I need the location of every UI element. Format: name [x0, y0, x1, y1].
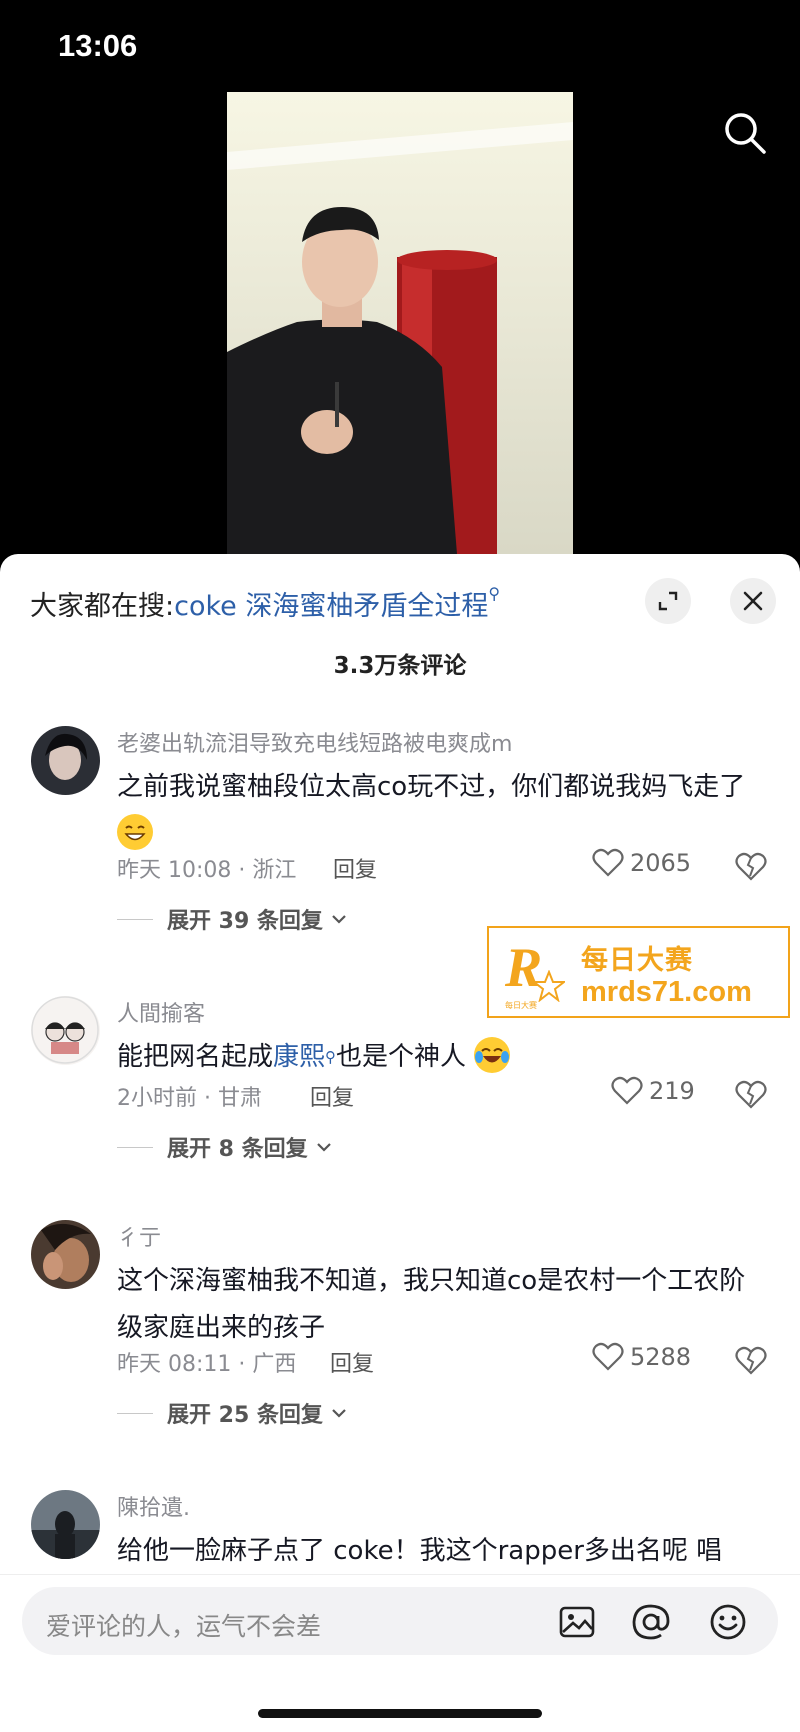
expand-panel-button[interactable]	[645, 578, 691, 624]
comment-username[interactable]: 陳拾遺.	[117, 1490, 190, 1522]
watermark-url: mrds71.com	[581, 976, 752, 1008]
dislike-icon[interactable]	[735, 1344, 767, 1376]
home-indicator	[258, 1709, 542, 1718]
close-panel-button[interactable]	[730, 578, 776, 624]
expand-replies-label: 展开 8 条回复	[167, 1137, 308, 1162]
grinning-face-emoji	[117, 813, 153, 850]
heart-icon	[592, 848, 624, 877]
comment-time-location: 2小时前 · 甘肃	[117, 1086, 262, 1111]
watermark-logo: R 每日大赛 每日大赛 mrds71.com	[487, 926, 790, 1018]
reply-button[interactable]: 回复	[330, 1346, 374, 1378]
dislike-icon[interactable]	[735, 850, 767, 882]
comment-count: 3.3万条评论	[333, 653, 467, 679]
tears-of-joy-emoji	[474, 1036, 511, 1073]
emoji-icon[interactable]	[708, 1602, 748, 1642]
search-icon[interactable]	[722, 110, 768, 156]
heart-icon	[611, 1076, 643, 1105]
comment-input-placeholder: 爱评论的人，运气不会差	[46, 1612, 322, 1641]
small-search-icon: ⚲	[488, 584, 501, 603]
reply-button[interactable]: 回复	[333, 852, 377, 884]
expand-replies-label: 展开 39 条回复	[167, 909, 323, 934]
like-button[interactable]: 5288	[592, 1342, 691, 1372]
video-frame-image	[227, 92, 573, 554]
comment-time-location: 昨天 08:11 · 广西	[117, 1352, 297, 1377]
small-search-icon: ⚲	[325, 1048, 337, 1066]
comment-text: 给他一脸麻子点了 coke！我这个rapper多出名呢 唱	[117, 1536, 723, 1566]
like-count: 5288	[630, 1343, 692, 1371]
like-count: 219	[649, 1077, 695, 1105]
watermark-title: 每日大赛	[581, 945, 693, 976]
like-count: 2065	[630, 849, 692, 877]
chevron-down-icon	[332, 1409, 346, 1418]
expand-replies-button[interactable]: 展开 25 条回复	[117, 1397, 349, 1429]
hot-search-suggestion[interactable]: 大家都在搜:coke 深海蜜柚矛盾全过程⚲	[30, 584, 500, 623]
comment-text-body: 之前我说蜜柚段位太高co玩不过，你们都说我妈飞走了	[117, 772, 746, 802]
expand-replies-button[interactable]: 展开 8 条回复	[117, 1131, 334, 1163]
avatar[interactable]	[31, 726, 100, 795]
star-icon	[533, 970, 565, 1002]
watermark-small-text: 每日大赛	[505, 1001, 537, 1010]
expand-icon	[658, 591, 678, 611]
dislike-icon[interactable]	[735, 1078, 767, 1110]
comment-text-after: 也是个神人	[336, 1042, 467, 1072]
comment-username[interactable]: 人間揄客	[117, 996, 205, 1028]
status-time: 13:06	[58, 28, 138, 63]
comment-time-location: 昨天 10:08 · 浙江	[117, 858, 297, 883]
comment-input-bar: 爱评论的人，运气不会差	[0, 1574, 800, 1732]
comment-search-link[interactable]: 康熙	[273, 1042, 325, 1072]
reply-button[interactable]: 回复	[310, 1080, 354, 1112]
hot-search-prefix: 大家都在搜:	[30, 591, 175, 622]
avatar[interactable]	[31, 996, 100, 1065]
comment-text: 这个深海蜜柚我不知道，我只知道co是农村一个工农阶级家庭出来的孩子	[117, 1266, 746, 1343]
comment-username[interactable]: 老婆出轨流泪导致充电线短路被电爽成m	[117, 726, 512, 758]
comment-username[interactable]: 彳亍	[117, 1220, 161, 1252]
comment-text: 之前我说蜜柚段位太高co玩不过，你们都说我妈飞走了	[117, 764, 757, 858]
mention-icon[interactable]	[631, 1602, 671, 1642]
comment-text: 能把网名起成康熙⚲也是个神人	[117, 1034, 757, 1081]
image-icon[interactable]	[557, 1602, 597, 1642]
expand-replies-button[interactable]: 展开 39 条回复	[117, 903, 349, 935]
chevron-down-icon	[316, 1143, 331, 1152]
video-player[interactable]	[227, 92, 573, 554]
like-button[interactable]: 219	[611, 1076, 695, 1106]
chevron-down-icon	[332, 915, 346, 924]
heart-icon	[592, 1342, 624, 1371]
comment-input[interactable]: 爱评论的人，运气不会差	[22, 1587, 778, 1655]
hot-search-keyword[interactable]: coke 深海蜜柚矛盾全过程	[174, 591, 488, 622]
expand-replies-label: 展开 25 条回复	[167, 1403, 323, 1428]
avatar[interactable]	[31, 1220, 100, 1289]
comment-text-before: 能把网名起成	[117, 1042, 274, 1072]
close-icon	[743, 591, 763, 611]
avatar[interactable]	[31, 1490, 100, 1559]
comment-panel: 大家都在搜:coke 深海蜜柚矛盾全过程⚲ 3.3万条评论 老婆出轨流泪导致充电…	[0, 554, 800, 1731]
like-button[interactable]: 2065	[592, 848, 691, 878]
